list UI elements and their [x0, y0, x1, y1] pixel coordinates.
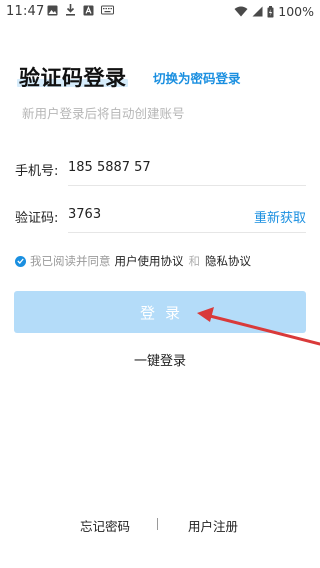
system-status: 100% [234, 4, 314, 19]
agreement-and: 和 [188, 254, 201, 268]
font-icon [83, 5, 94, 15]
page-title: 验证码登录 [19, 62, 127, 92]
status-bar: 11:47 100% [0, 0, 320, 24]
privacy-policy-link[interactable]: 隐私协议 [205, 253, 251, 269]
forgot-password-link[interactable]: 忘记密码 [80, 516, 130, 535]
phone-input[interactable]: 185 5887 57 [68, 160, 151, 175]
page-title-text: 验证码登录 [19, 66, 127, 90]
login-screen: 11:47 100% 验证码登录 切换为密码登录 新用户登录后将自动创建账号 手… [0, 0, 320, 568]
register-link[interactable]: 用户注册 [188, 516, 238, 535]
footer-divider [157, 518, 158, 530]
agreement-checkbox[interactable] [15, 255, 26, 267]
resend-code-button[interactable]: 重新获取 [254, 207, 306, 226]
wifi-icon [234, 6, 248, 17]
phone-label: 手机号: [15, 164, 59, 179]
battery-icon [267, 5, 274, 17]
image-icon [47, 5, 58, 15]
user-agreement-link[interactable]: 用户使用协议 [115, 253, 184, 269]
notification-icons [47, 4, 114, 16]
phone-input-underline [68, 185, 306, 186]
one-key-login-label: 一键登录 [133, 354, 186, 369]
keyboard-icon [101, 5, 114, 15]
code-input-underline [68, 232, 306, 233]
code-input[interactable]: 3763 [68, 207, 101, 222]
download-icon [66, 4, 75, 16]
login-button[interactable]: 登录 [14, 291, 306, 333]
subtitle: 新用户登录后将自动创建账号 [22, 106, 185, 121]
switch-to-password-login-link[interactable]: 切换为密码登录 [153, 68, 241, 87]
battery-percent: 100% [278, 4, 314, 19]
signal-icon [252, 6, 263, 17]
check-icon [17, 258, 24, 264]
status-time: 11:47 [6, 4, 45, 19]
agreement-row: 我已阅读并同意 用户使用协议 和 隐私协议 [15, 253, 251, 269]
code-label: 验证码: [15, 211, 59, 226]
agreement-prefix: 我已阅读并同意 [30, 254, 111, 268]
one-key-login-link[interactable]: 一键登录 [0, 350, 320, 369]
